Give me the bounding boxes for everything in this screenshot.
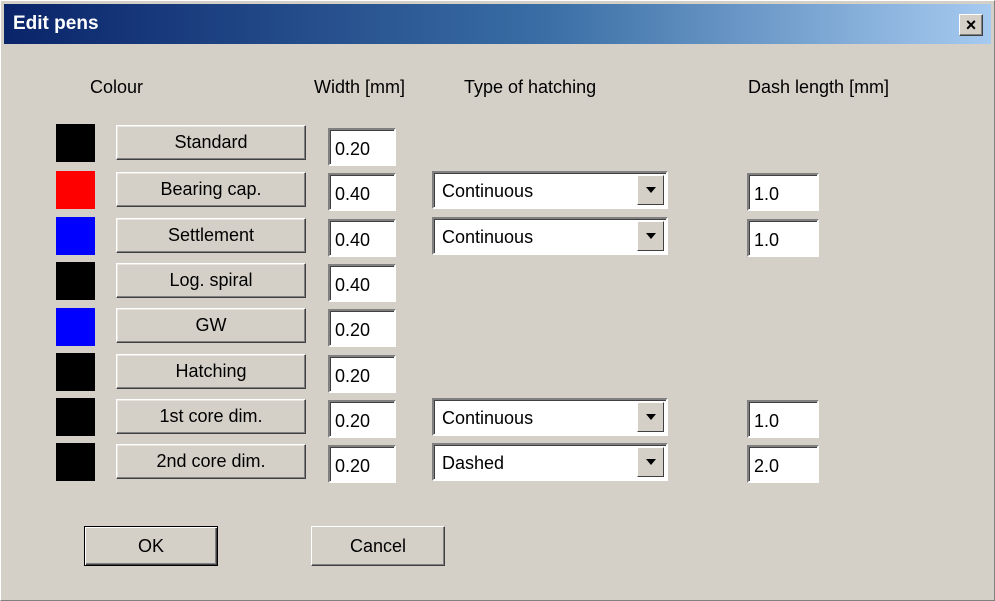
- pen-button-standard[interactable]: Standard: [116, 125, 306, 160]
- width-value: 0.20: [335, 456, 371, 476]
- hatching-value: Continuous: [442, 227, 534, 247]
- colour-swatch-1st-core-dim[interactable]: [56, 398, 95, 436]
- colour-swatch-gw[interactable]: [56, 308, 95, 346]
- hatching-select-bearing-cap[interactable]: Continuous: [432, 171, 668, 209]
- dash-value: 1.0: [754, 184, 780, 204]
- dash-value: 1.0: [754, 411, 780, 431]
- colour-swatch-bearing-cap[interactable]: [56, 171, 95, 209]
- width-input-2nd-core-dim[interactable]: 0.20: [328, 445, 396, 483]
- header-hatching: Type of hatching: [464, 77, 597, 97]
- width-input-gw[interactable]: 0.20: [328, 309, 396, 347]
- colour-swatch-2nd-core-dim[interactable]: [56, 443, 95, 481]
- width-value: 0.20: [335, 411, 371, 431]
- hatching-value: Dashed: [442, 453, 505, 473]
- dash-input-2nd-core-dim[interactable]: 2.0: [747, 445, 819, 483]
- title-bar: Edit pens ×: [4, 4, 991, 44]
- dash-value: 1.0: [754, 230, 780, 250]
- hatching-select-1st-core-dim[interactable]: Continuous: [432, 398, 668, 436]
- hatching-value: Continuous: [442, 408, 534, 428]
- width-input-bearing-cap[interactable]: 0.40: [328, 173, 396, 211]
- pen-button-1st-core-dim[interactable]: 1st core dim.: [116, 399, 306, 434]
- chevron-down-icon[interactable]: [637, 402, 664, 432]
- width-value: 0.40: [335, 275, 371, 295]
- width-input-settlement[interactable]: 0.40: [328, 219, 396, 257]
- header-width: Width [mm]: [314, 77, 406, 97]
- chevron-down-icon[interactable]: [637, 221, 664, 251]
- close-button[interactable]: ×: [959, 14, 983, 36]
- width-value: 0.20: [335, 139, 371, 159]
- window-title: Edit pens: [13, 13, 99, 34]
- dash-input-bearing-cap[interactable]: 1.0: [747, 173, 819, 211]
- width-input-standard[interactable]: 0.20: [328, 128, 396, 166]
- width-input-hatching[interactable]: 0.20: [328, 355, 396, 393]
- header-colour: Colour: [90, 77, 144, 97]
- pen-button-gw[interactable]: GW: [116, 308, 306, 343]
- dash-input-settlement[interactable]: 1.0: [747, 219, 819, 257]
- pen-button-hatching[interactable]: Hatching: [116, 354, 306, 389]
- pen-button-bearing-cap[interactable]: Bearing cap.: [116, 172, 306, 207]
- width-value: 0.40: [335, 230, 371, 250]
- pen-button-log-spiral[interactable]: Log. spiral: [116, 263, 306, 298]
- chevron-down-icon[interactable]: [637, 447, 664, 477]
- colour-swatch-hatching[interactable]: [56, 353, 95, 391]
- header-dash-length: Dash length [mm]: [748, 77, 890, 97]
- pen-button-2nd-core-dim[interactable]: 2nd core dim.: [116, 444, 306, 479]
- hatching-value: Continuous: [442, 181, 534, 201]
- hatching-select-2nd-core-dim[interactable]: Dashed: [432, 443, 668, 481]
- width-input-1st-core-dim[interactable]: 0.20: [328, 400, 396, 438]
- colour-swatch-settlement[interactable]: [56, 217, 95, 255]
- edit-pens-dialog: Edit pens × Colour Width [mm] Type of ha…: [0, 0, 995, 601]
- width-value: 0.20: [335, 366, 371, 386]
- colour-swatch-log-spiral[interactable]: [56, 262, 95, 300]
- width-value: 0.40: [335, 184, 371, 204]
- cancel-button[interactable]: Cancel: [311, 526, 445, 566]
- hatching-select-settlement[interactable]: Continuous: [432, 217, 668, 255]
- dash-input-1st-core-dim[interactable]: 1.0: [747, 400, 819, 438]
- width-value: 0.20: [335, 320, 371, 340]
- colour-swatch-standard[interactable]: [56, 124, 95, 162]
- dash-value: 2.0: [754, 456, 780, 476]
- width-input-log-spiral[interactable]: 0.40: [328, 264, 396, 302]
- close-icon: ×: [965, 15, 977, 35]
- pen-button-settlement[interactable]: Settlement: [116, 218, 306, 253]
- chevron-down-icon[interactable]: [637, 175, 664, 205]
- ok-button[interactable]: OK: [84, 526, 218, 566]
